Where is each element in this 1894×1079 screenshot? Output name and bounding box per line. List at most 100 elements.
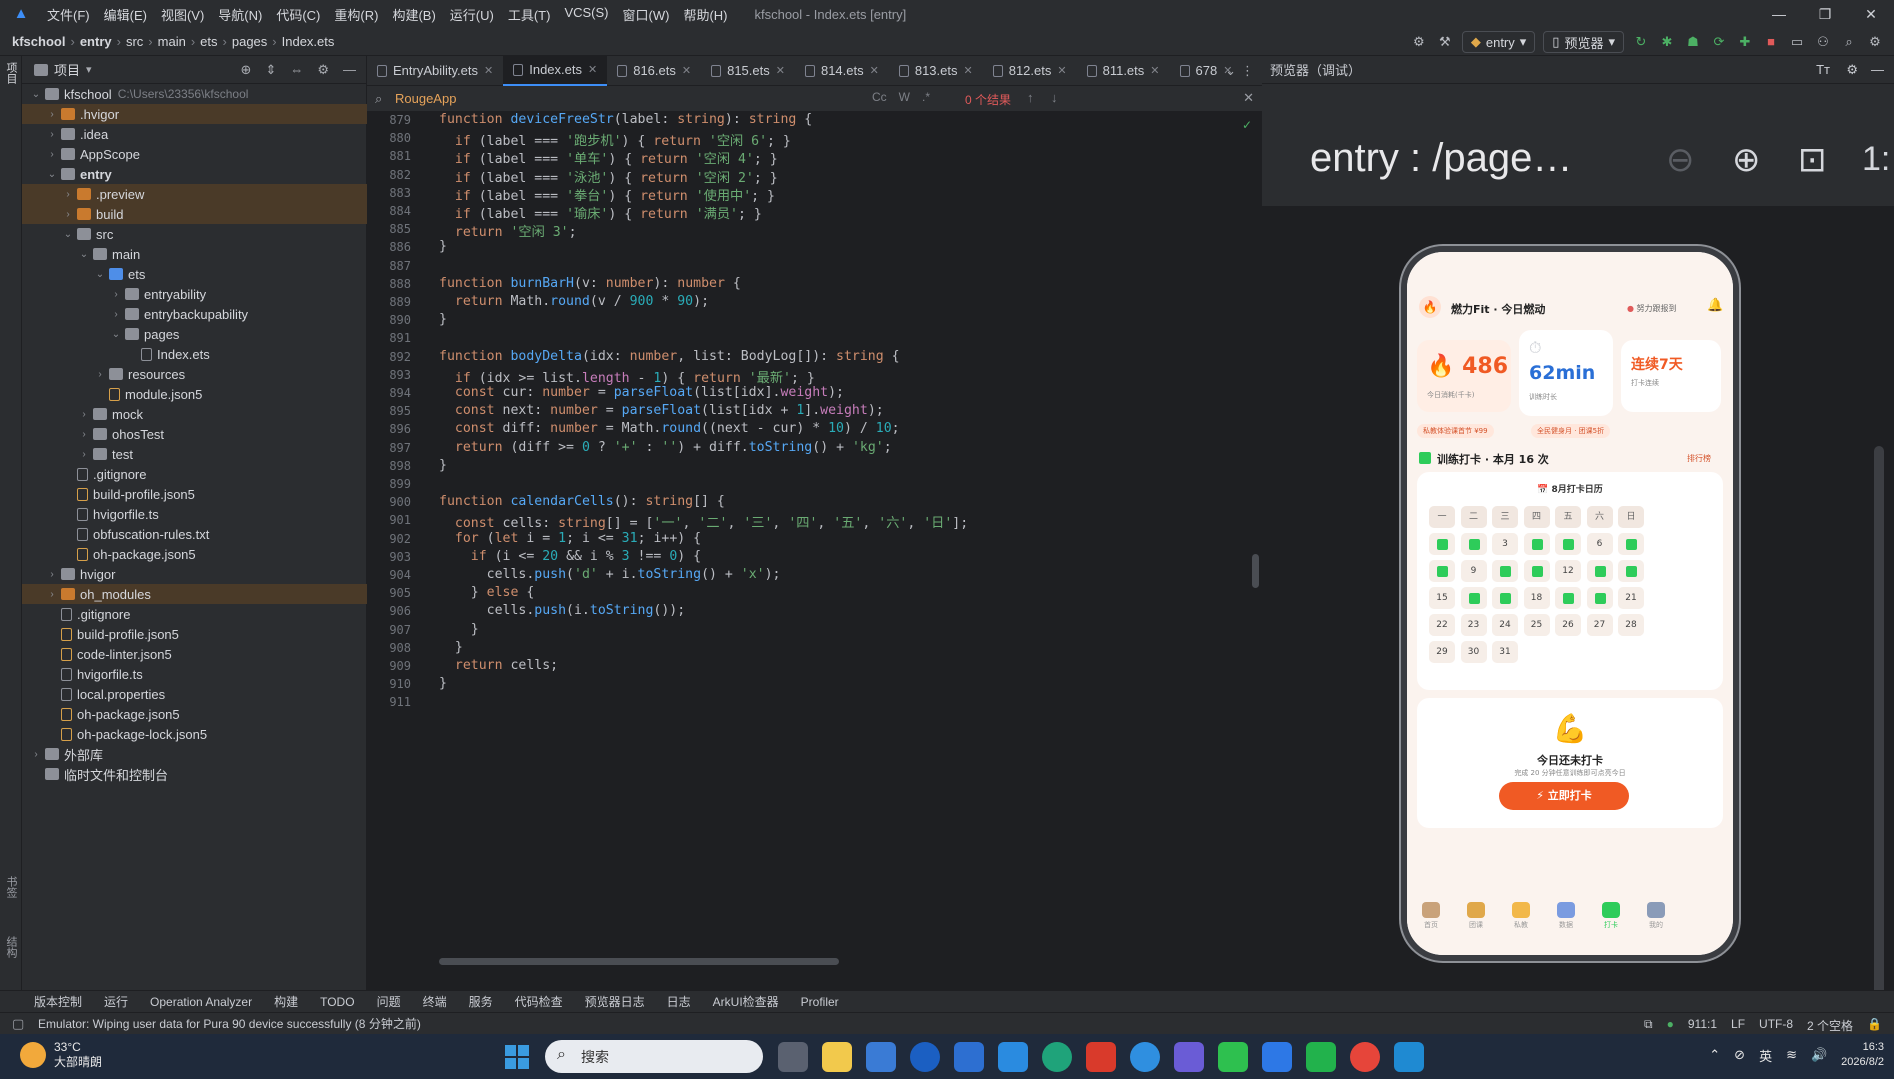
tree-item[interactable]: › resources: [22, 364, 367, 384]
calendar-day[interactable]: 23: [1460, 614, 1487, 636]
tree-item[interactable]: › oh_modules: [22, 584, 367, 604]
menu-item[interactable]: 帮助(H): [676, 5, 734, 24]
chevron-right-icon[interactable]: ›: [30, 749, 42, 760]
tool-window-button[interactable]: 构建: [274, 993, 298, 1010]
menu-item[interactable]: 视图(V): [154, 5, 211, 24]
calendar-day[interactable]: 29: [1429, 641, 1455, 663]
code-line[interactable]: const cur: number = parseFloat(list[idx]…: [439, 385, 844, 400]
calendar-day[interactable]: 24: [1492, 614, 1518, 636]
code-line[interactable]: if (idx >= list.length - 1) { return '最新…: [439, 367, 815, 386]
chevron-right-icon[interactable]: ›: [46, 129, 58, 140]
task-view-icon[interactable]: [778, 1042, 808, 1072]
close-tab-icon[interactable]: ✕: [776, 64, 785, 77]
bottom-nav-item[interactable]: 数据: [1546, 902, 1586, 930]
tree-item[interactable]: 临时文件和控制台: [22, 764, 367, 784]
tree-item[interactable]: › build: [22, 204, 367, 224]
vcs-icon[interactable]: ⧉: [1644, 1017, 1653, 1034]
tree-item[interactable]: › hvigor: [22, 564, 367, 584]
breadcrumb-item[interactable]: entry: [80, 34, 112, 49]
tree-item[interactable]: ⌄ src: [22, 224, 367, 244]
previewer-dropdown[interactable]: ▯ 预览器 ▾: [1543, 31, 1624, 53]
calendar-day-checked[interactable]: [1586, 587, 1613, 609]
clock[interactable]: 16:3 2026/8/2: [1841, 1040, 1884, 1070]
stat-card-calories[interactable]: 🔥 486 今日消耗(千卡): [1417, 340, 1511, 412]
calendar-day-checked[interactable]: [1429, 533, 1455, 555]
chevron-right-icon[interactable]: ›: [110, 289, 122, 300]
bottom-nav-item[interactable]: 我的: [1636, 902, 1676, 930]
tool-window-button[interactable]: 代码检查: [515, 993, 563, 1010]
locate-icon[interactable]: ⊕: [241, 62, 252, 78]
run-config-dropdown[interactable]: ◆ entry ▾: [1461, 31, 1536, 53]
chevron-down-icon[interactable]: ▾: [86, 63, 92, 76]
devecostudio-icon[interactable]: [1262, 1042, 1292, 1072]
breadcrumb-item[interactable]: Index.ets: [282, 34, 335, 49]
hp-icon[interactable]: [910, 1042, 940, 1072]
settings-icon[interactable]: ⚙: [1866, 33, 1884, 51]
whole-word-icon[interactable]: W: [899, 90, 910, 104]
debug-icon[interactable]: ✱: [1658, 33, 1676, 51]
expand-all-icon[interactable]: ⇕: [265, 62, 276, 78]
close-icon[interactable]: ✕: [1848, 0, 1894, 28]
line-separator[interactable]: LF: [1731, 1017, 1745, 1034]
tabs-menu-icon[interactable]: ⋮: [1241, 63, 1254, 79]
chevron-right-icon[interactable]: ›: [78, 409, 90, 420]
editor-tab[interactable]: Index.ets ✕: [503, 55, 608, 86]
calendar-day-checked[interactable]: [1523, 560, 1550, 582]
chevron-right-icon[interactable]: ›: [78, 429, 90, 440]
menu-item[interactable]: 窗口(W): [616, 5, 677, 24]
tree-item[interactable]: ⌄ entry: [22, 164, 367, 184]
editor-tab[interactable]: 813.ets ✕: [889, 56, 983, 86]
code-line[interactable]: if (label === '泳池') { return '空闲 2'; }: [439, 167, 778, 186]
attach-icon[interactable]: ✚: [1736, 33, 1754, 51]
calendar-day[interactable]: 6: [1586, 533, 1613, 555]
tool-window-button[interactable]: 预览器日志: [585, 993, 645, 1010]
maximize-icon[interactable]: ❐: [1802, 0, 1848, 28]
tree-item[interactable]: › entrybackupability: [22, 304, 367, 324]
wifi-icon[interactable]: ≋: [1786, 1047, 1797, 1063]
tree-item[interactable]: › .hvigor: [22, 104, 367, 124]
code-line[interactable]: cells.push(i.toString());: [439, 603, 686, 618]
editor-tab[interactable]: EntryAbility.ets ✕: [367, 56, 503, 86]
calendar-app-icon[interactable]: [998, 1042, 1028, 1072]
tree-item[interactable]: › AppScope: [22, 144, 367, 164]
code-area[interactable]: function deviceFreeStr(label: string): s…: [439, 112, 1262, 1011]
close-tab-icon[interactable]: ✕: [682, 64, 691, 77]
chat-icon[interactable]: [1306, 1042, 1336, 1072]
close-tab-icon[interactable]: ✕: [870, 64, 879, 77]
calendar-day[interactable]: 27: [1586, 614, 1613, 636]
device-manager-icon[interactable]: ▭: [1788, 33, 1806, 51]
editor-tab[interactable]: 811.ets ✕: [1077, 56, 1170, 86]
bottom-nav-item[interactable]: 团课: [1456, 902, 1496, 930]
gear-icon[interactable]: ⚙: [317, 62, 329, 78]
code-line[interactable]: }: [439, 458, 447, 473]
code-line[interactable]: return '空闲 3';: [439, 221, 577, 240]
find-input[interactable]: RougeApp: [395, 91, 456, 106]
calendar-day[interactable]: 22: [1429, 614, 1455, 636]
indent-setting[interactable]: 2 个空格: [1807, 1017, 1853, 1034]
breadcrumb-item[interactable]: pages: [232, 34, 267, 49]
chevron-right-icon[interactable]: ›: [62, 209, 74, 220]
next-match-icon[interactable]: ↓: [1051, 90, 1058, 105]
code-line[interactable]: if (label === '跑步机') { return '空闲 6'; }: [439, 130, 791, 149]
promo-chip-1[interactable]: 私教体验课首节 ¥99: [1417, 424, 1494, 438]
calendar-day-checked[interactable]: [1618, 533, 1644, 555]
gear-icon[interactable]: ⚙: [1846, 62, 1858, 78]
tree-item[interactable]: ⌄ ets: [22, 264, 367, 284]
code-line[interactable]: for (let i = 1; i <= 31; i++) {: [439, 531, 701, 546]
network-off-icon[interactable]: ⊘: [1734, 1047, 1745, 1063]
menu-item[interactable]: 代码(C): [269, 5, 327, 24]
close-tab-icon[interactable]: ✕: [1150, 64, 1159, 77]
code-line[interactable]: if (label === '拳台') { return '使用中'; }: [439, 185, 775, 204]
breadcrumb-item[interactable]: ets: [200, 34, 217, 49]
wps-icon[interactable]: [1086, 1042, 1116, 1072]
bottom-nav-item[interactable]: 打卡: [1591, 902, 1631, 930]
bottom-nav-item[interactable]: 首页: [1411, 902, 1451, 930]
tree-item[interactable]: module.json5: [22, 384, 367, 404]
calendar-day[interactable]: 31: [1492, 641, 1518, 663]
calendar-day[interactable]: 9: [1460, 560, 1487, 582]
preview-scrollbar[interactable]: [1874, 446, 1884, 1006]
code-line[interactable]: const next: number = parseFloat(list[idx…: [439, 403, 884, 418]
bell-icon[interactable]: 🔔: [1707, 298, 1723, 313]
menu-item[interactable]: 运行(U): [443, 5, 501, 24]
calendar-day[interactable]: 30: [1460, 641, 1487, 663]
